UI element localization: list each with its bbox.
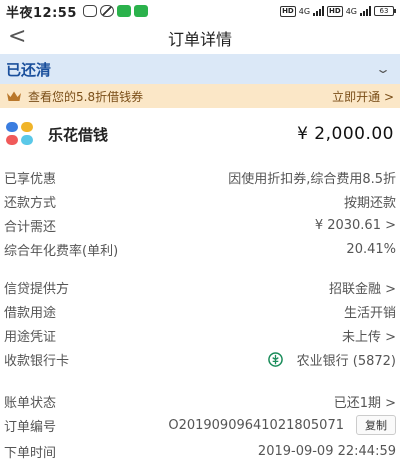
bank-card-value: 农业银行 (5872) bbox=[296, 353, 396, 369]
row-purpose: 借款用途 生活开销 bbox=[0, 300, 400, 322]
order-status-banner[interactable]: 已还清 ⌄ bbox=[0, 54, 400, 84]
hd-icon-2: HD bbox=[327, 5, 343, 17]
proof-value[interactable]: 未上传 > bbox=[342, 326, 396, 345]
signal-icon-2 bbox=[360, 6, 371, 16]
back-icon[interactable]: < bbox=[8, 24, 26, 50]
hd-icon: HD bbox=[280, 5, 296, 17]
network-label-2: 4G bbox=[345, 6, 357, 16]
apr-label: 综合年化费率(单利) bbox=[4, 243, 119, 259]
bill-status-label: 账单状态 bbox=[4, 395, 57, 411]
discount-label: 已享优惠 bbox=[4, 171, 57, 187]
promo-text: 查看您的5.8折借钱券 bbox=[28, 89, 144, 104]
promo-activate-link[interactable]: 立即开通 > bbox=[332, 88, 394, 105]
loan-amount: ¥ 2,000.00 bbox=[297, 124, 394, 144]
order-status-label: 已还清 bbox=[6, 60, 52, 79]
proof-label: 用途凭证 bbox=[4, 329, 57, 345]
bill-status-value[interactable]: 已还1期 > bbox=[334, 392, 396, 411]
row-apr: 综合年化费率(单利) 20.41% bbox=[0, 238, 400, 260]
wechat-icon bbox=[116, 5, 131, 17]
bank-card-value-wrap: 农业银行 (5872) bbox=[267, 350, 396, 369]
notification-icons bbox=[82, 5, 148, 17]
purpose-value: 生活开销 bbox=[343, 305, 396, 321]
row-proof[interactable]: 用途凭证 未上传 > bbox=[0, 324, 400, 346]
row-bill-status[interactable]: 账单状态 已还1期 > bbox=[0, 390, 400, 412]
repay-method-value: 按期还款 bbox=[343, 195, 396, 211]
product-name: 乐花借钱 bbox=[48, 125, 109, 144]
network-label-1: 4G bbox=[298, 6, 311, 16]
row-order-no: 订单编号 O20190909641021805071 复制 bbox=[0, 414, 400, 436]
lehua-logo-icon bbox=[6, 122, 38, 146]
order-no-label: 订单编号 bbox=[4, 419, 57, 435]
row-lender[interactable]: 信贷提供方 招联金融 > bbox=[0, 276, 400, 298]
coupon-promo-bar[interactable]: 查看您的5.8折借钱券 立即开通 > bbox=[0, 84, 400, 108]
loan-product-header: 乐花借钱 ¥ 2,000.00 bbox=[0, 116, 400, 152]
battery-icon: 63 bbox=[374, 6, 396, 16]
copy-button[interactable]: 复制 bbox=[356, 415, 396, 435]
lender-value[interactable]: 招联金融 > bbox=[329, 278, 396, 297]
system-indicators: HD 4G HD 4G 63 bbox=[280, 5, 396, 17]
mute-icon bbox=[99, 5, 114, 17]
crown-icon bbox=[7, 91, 21, 101]
lender-label: 信贷提供方 bbox=[4, 281, 70, 297]
purpose-label: 借款用途 bbox=[4, 305, 57, 321]
order-time-label: 下单时间 bbox=[4, 445, 57, 461]
total-due-value[interactable]: ¥ 2030.61 > bbox=[315, 218, 396, 233]
repay-method-label: 还款方式 bbox=[4, 195, 57, 211]
chevron-down-icon[interactable]: ⌄ bbox=[375, 62, 391, 76]
page-title: 订单详情 bbox=[167, 30, 232, 49]
row-discount: 已享优惠 因使用折扣券,综合费用8.5折 bbox=[0, 166, 400, 188]
app-notification-icon bbox=[82, 5, 97, 17]
shield-app-icon bbox=[133, 5, 148, 17]
row-repay-method: 还款方式 按期还款 bbox=[0, 190, 400, 212]
row-total-due[interactable]: 合计需还 ¥ 2030.61 > bbox=[0, 214, 400, 236]
status-bar: 半夜12:55 HD 4G HD 4G 63 bbox=[0, 0, 400, 22]
order-no-value: O20190909641021805071 bbox=[168, 417, 344, 433]
row-order-time: 下单时间 2019-09-09 22:44:59 bbox=[0, 440, 400, 462]
agricultural-bank-icon bbox=[267, 351, 283, 367]
status-time: 半夜12:55 bbox=[6, 5, 77, 21]
order-time-value: 2019-09-09 22:44:59 bbox=[257, 443, 396, 459]
apr-value: 20.41% bbox=[346, 241, 396, 257]
discount-value: 因使用折扣券,综合费用8.5折 bbox=[228, 171, 396, 187]
signal-icon bbox=[313, 6, 325, 16]
bank-card-label: 收款银行卡 bbox=[4, 353, 70, 369]
nav-bar: < 订单详情 bbox=[0, 22, 400, 54]
row-bank-card: 收款银行卡 农业银行 (5872) bbox=[0, 348, 400, 370]
total-due-label: 合计需还 bbox=[4, 219, 57, 235]
